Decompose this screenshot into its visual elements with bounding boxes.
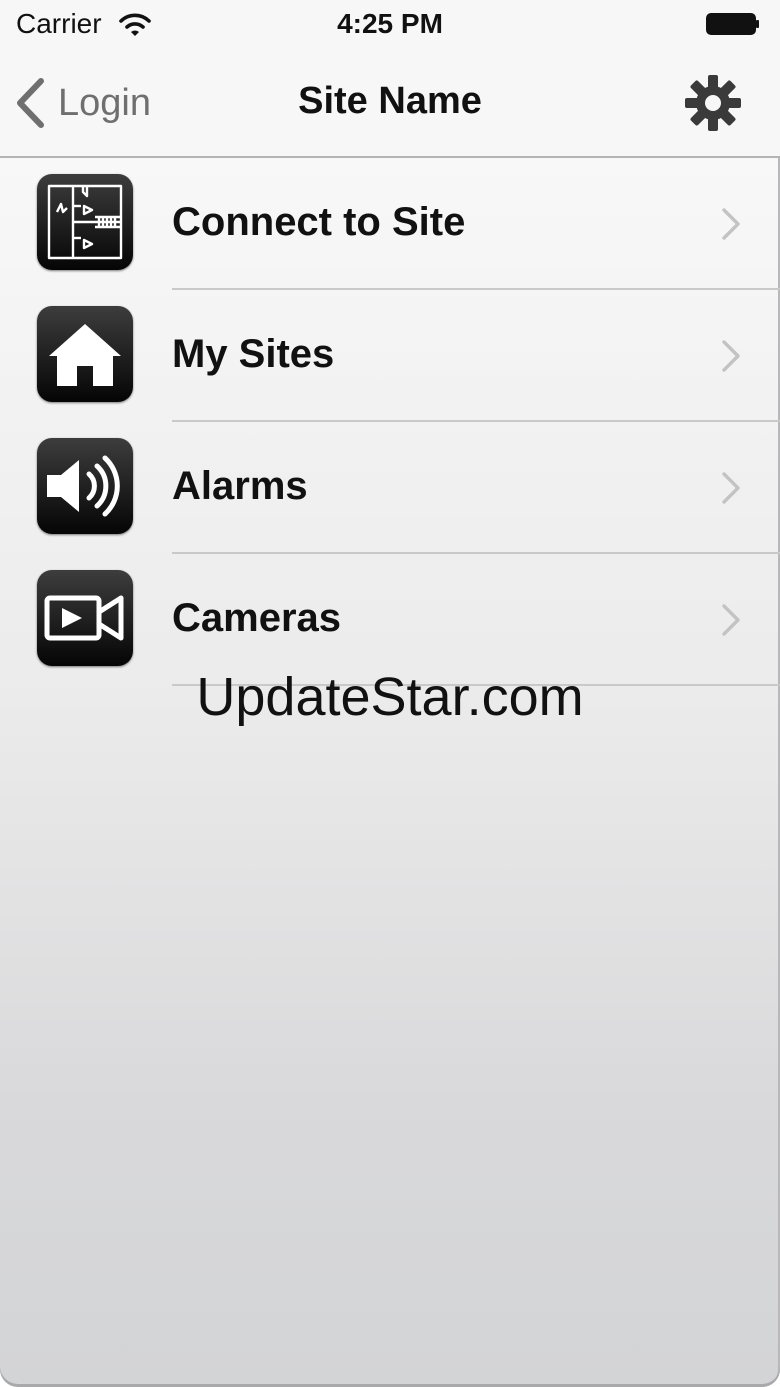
page-title: Site Name [298,80,482,122]
menu-item-label: Connect to Site [172,200,466,244]
phone-screen: Carrier 4:25 PM Login Site Name Connect … [0,0,780,1387]
watermark-text: UpdateStar.com [196,667,584,727]
main-menu-list: Connect to Site My Sites Alarms Cameras [0,158,780,686]
battery-icon [706,13,759,35]
chevron-right-icon [722,340,740,372]
menu-item-my-sites[interactable]: My Sites [0,290,780,422]
navigation-bar: Login Site Name [0,50,780,158]
status-time: 4:25 PM [337,8,443,39]
menu-item-label: Cameras [172,596,342,640]
gear-icon[interactable] [684,74,742,132]
menu-item-label: Alarms [172,464,308,508]
speaker-icon [37,438,133,534]
menu-item-label: My Sites [172,332,335,376]
floor-plan-icon [37,174,133,270]
menu-item-connect-to-site[interactable]: Connect to Site [0,158,780,290]
video-camera-icon [37,570,133,666]
chevron-right-icon [722,208,740,240]
chevron-right-icon [722,604,740,636]
chevron-right-icon [722,472,740,504]
menu-item-alarms[interactable]: Alarms [0,422,780,554]
status-bar: Carrier 4:25 PM [0,0,780,50]
home-icon [37,306,133,402]
